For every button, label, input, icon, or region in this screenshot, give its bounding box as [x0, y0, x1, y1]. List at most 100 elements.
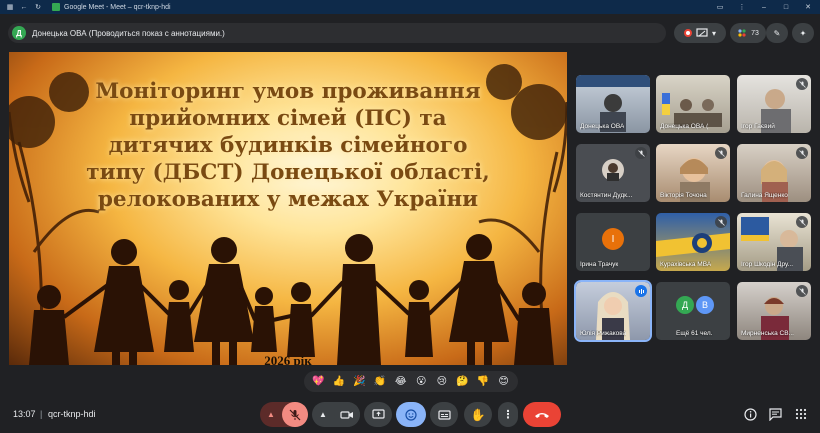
- pin-off-icon: ✦: [799, 28, 807, 38]
- grid-icon[interactable]: ▦: [6, 3, 14, 11]
- reaction-thumbs-up[interactable]: 👍: [330, 376, 348, 387]
- raise-hand-button[interactable]: ✋: [464, 402, 492, 427]
- participant-name: Ігор Шкодін Дру...: [741, 261, 794, 268]
- more-vert-icon: ⋮: [502, 409, 514, 421]
- mic-off-icon: [796, 147, 808, 159]
- meeting-time: 13:07: [13, 409, 36, 419]
- more-participants-label: Ещё 61 чел.: [676, 330, 713, 337]
- shared-slide: Моніторинг умов проживання прийомних сім…: [9, 52, 567, 365]
- reaction-thumbs-down[interactable]: 👎: [474, 376, 492, 387]
- participant-tile[interactable]: Галина Ященко: [737, 144, 811, 202]
- reaction-laugh[interactable]: 😂: [392, 376, 410, 387]
- separator: |: [40, 409, 43, 419]
- hand-icon: ✋: [470, 407, 486, 422]
- chevron-up-icon: ▲: [319, 410, 327, 419]
- leave-call-button[interactable]: [523, 402, 561, 427]
- captions-icon: [437, 409, 451, 420]
- participant-tile[interactable]: Костянтин Дудк...: [576, 144, 650, 202]
- presenter-bar[interactable]: Д Донецька ОВА (Проводиться показ с анно…: [8, 23, 666, 43]
- mic-options-button[interactable]: ▲: [260, 402, 282, 427]
- slide-year: 2026 рік: [264, 353, 312, 365]
- record-icon: [683, 29, 692, 37]
- participant-name: Ірина Трачук: [580, 261, 619, 268]
- participant-tile[interactable]: Ігор Шкодін Дру...: [737, 213, 811, 271]
- participant-avatar: І: [602, 228, 624, 250]
- speaking-indicator-icon: [635, 285, 647, 297]
- mic-off-icon: [715, 216, 727, 228]
- more-participants-tile[interactable]: Д В Ещё 61 чел.: [656, 282, 730, 340]
- recording-control[interactable]: ▾: [674, 23, 726, 43]
- video-camera-icon: [340, 410, 353, 419]
- slide-title-line: типу (ДБСТ) Донецької області,: [86, 160, 490, 185]
- mic-off-icon: [796, 216, 808, 228]
- info-icon: [743, 407, 757, 421]
- participant-tile[interactable]: І Ірина Трачук: [576, 213, 650, 271]
- participant-tile[interactable]: Донецька ОВА (: [656, 75, 730, 133]
- mic-toggle-button[interactable]: [282, 402, 308, 427]
- participant-name: Ігор Гаєвий: [741, 123, 775, 130]
- slide-title-line: релокованих у межах України: [97, 187, 479, 212]
- chat-button[interactable]: [768, 407, 782, 421]
- close-icon[interactable]: ✕: [804, 3, 812, 11]
- reaction-thinking[interactable]: 🤔: [453, 376, 471, 387]
- slide-title-line: дитячих будинків сімейного: [108, 133, 468, 158]
- slide-title-line: Моніторинг умов проживання: [95, 79, 481, 104]
- participant-tile[interactable]: Донецька ОВА: [576, 75, 650, 133]
- reload-icon[interactable]: ↻: [34, 3, 42, 11]
- camera-options-button[interactable]: ▲: [312, 402, 334, 427]
- captions-button[interactable]: [430, 402, 458, 427]
- annotate-button[interactable]: ✎: [766, 23, 788, 43]
- participant-tile[interactable]: Ігор Гаєвий: [737, 75, 811, 133]
- slide-title: Моніторинг умов проживання прийомних сім…: [49, 78, 527, 213]
- back-arrow-icon[interactable]: ←: [20, 3, 28, 11]
- camera-icon[interactable]: ▭: [716, 3, 724, 11]
- reaction-party[interactable]: 🎉: [350, 376, 368, 387]
- window-titlebar: ▦ ← ↻ Google Meet - Meet – qcr-tknp-hdi …: [0, 0, 820, 14]
- participant-tile[interactable]: Юлія Рижакова: [574, 280, 652, 342]
- more-icon[interactable]: ⋮: [738, 3, 746, 11]
- chevron-up-icon: ▲: [267, 410, 275, 419]
- present-icon: [371, 409, 385, 419]
- emoji-icon: [405, 408, 417, 421]
- reaction-add-emoji[interactable]: 😊: [495, 376, 513, 387]
- people-count-button[interactable]: 73: [730, 23, 766, 43]
- reaction-surprised[interactable]: 😮: [412, 376, 430, 387]
- pin-button[interactable]: ✦: [792, 23, 814, 43]
- reaction-clap[interactable]: 👏: [371, 376, 389, 387]
- apps-grid-icon: [795, 408, 807, 420]
- camera-toggle-button[interactable]: [334, 402, 360, 427]
- participant-name: Юлія Рижакова: [580, 330, 627, 337]
- pen-icon: ✎: [773, 28, 781, 38]
- meeting-details-button[interactable]: [743, 407, 757, 421]
- mic-off-icon: [635, 147, 647, 159]
- meeting-code: qcr-tknp-hdi: [48, 409, 96, 419]
- meet-favicon-icon: [52, 3, 60, 11]
- presenter-text: Донецька ОВА (Проводиться показ с аннота…: [32, 28, 225, 38]
- participant-name: Мирненська СВ...: [741, 330, 794, 337]
- mic-off-icon: [289, 409, 301, 420]
- more-options-button[interactable]: ⋮: [498, 402, 518, 427]
- participant-avatar: В: [696, 296, 714, 314]
- participant-name: Вікторія Точона: [660, 192, 707, 199]
- participant-name: Костянтин Дудк...: [580, 192, 633, 199]
- reaction-sad[interactable]: 😢: [433, 376, 451, 387]
- mic-off-icon: [796, 285, 808, 297]
- reactions-bar: 💖 👍 🎉 👏 😂 😮 😢 🤔 👎 😊: [304, 371, 518, 392]
- reaction-heart[interactable]: 💖: [309, 376, 327, 387]
- maximize-icon[interactable]: □: [782, 3, 790, 11]
- participant-tile[interactable]: Курахівська МВА: [656, 213, 730, 271]
- window-title: Google Meet - Meet – qcr-tknp-hdi: [64, 3, 171, 11]
- reactions-button[interactable]: [396, 402, 426, 427]
- mic-off-icon: [715, 147, 727, 159]
- participant-name: Галина Ященко: [741, 192, 788, 199]
- activities-button[interactable]: [794, 407, 808, 421]
- people-count: 73: [751, 29, 759, 37]
- present-screen-button[interactable]: [364, 402, 392, 427]
- participant-tile[interactable]: Вікторія Точона: [656, 144, 730, 202]
- participant-name: Донецька ОВА (: [660, 123, 709, 130]
- chevron-down-icon: ▾: [711, 28, 716, 38]
- minimize-icon[interactable]: –: [760, 3, 768, 11]
- participant-tile[interactable]: Мирненська СВ...: [737, 282, 811, 340]
- presenter-avatar: Д: [12, 26, 26, 40]
- mic-off-icon: [796, 78, 808, 90]
